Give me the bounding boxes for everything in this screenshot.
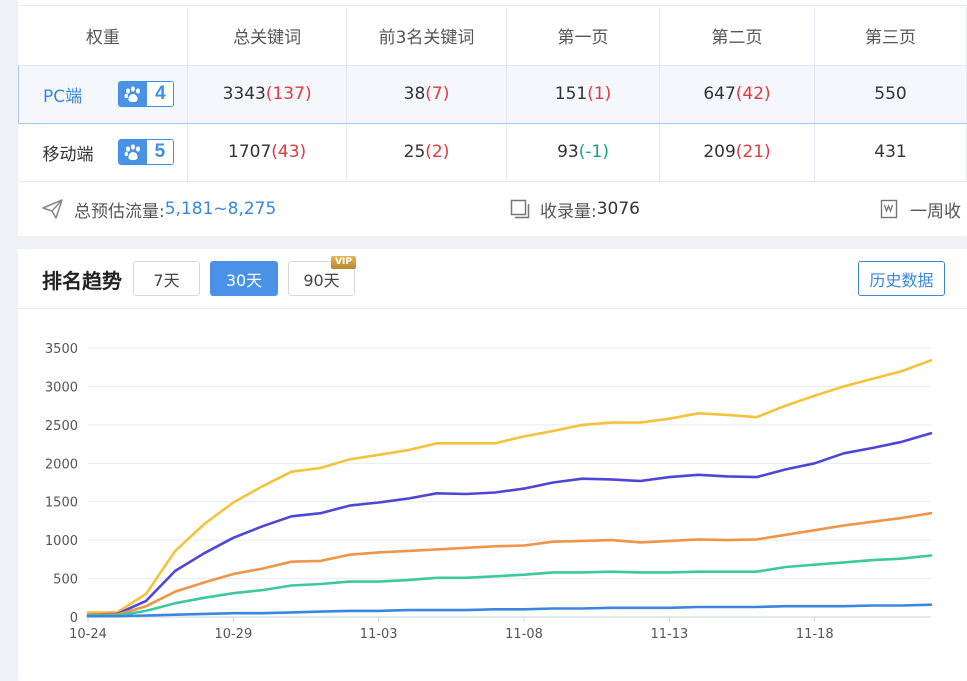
ranking-trend-card: 排名趋势 7天 30天 90天 VIP 历史数据 0 500 1000 1500 200… xyxy=(18,249,967,681)
cell-value: 151 xyxy=(554,84,588,104)
cell-value: 25 xyxy=(403,142,426,162)
range-30d-button[interactable]: 30天 xyxy=(210,261,278,296)
header-first-page: 第一页 xyxy=(506,7,661,66)
cell-delta: (137) xyxy=(265,84,312,104)
top-divider xyxy=(18,0,967,6)
stat-weekly: 一周收 xyxy=(880,182,961,236)
cell-total-keywords: 1707(43) xyxy=(187,123,347,182)
stats-bar: 总预估流量: 5,181~8,275 收录量: 3076 一周收 xyxy=(18,182,967,236)
cell-top3-keywords: 25(2) xyxy=(346,123,508,182)
cell-delta: (42) xyxy=(735,84,771,104)
series-line-5 xyxy=(86,603,933,618)
baidu-paw-icon xyxy=(118,140,147,164)
header-top3-keywords: 前3名关键词 xyxy=(346,7,508,66)
cell-third-page: 550 xyxy=(814,64,967,124)
table-row-mobile[interactable]: 移动端 5 1707(43) 25(2) 93(-1) 209(21) 431 xyxy=(18,123,967,182)
weight-value: 4 xyxy=(147,82,174,106)
x-tick-label: 10-29 xyxy=(214,627,252,642)
trend-header: 排名趋势 7天 30天 90天 VIP 历史数据 xyxy=(18,249,967,309)
table-header-row: 权重 总关键词 前3名关键词 第一页 第二页 第三页 xyxy=(18,7,967,66)
y-tick-label: 2500 xyxy=(45,419,78,434)
weight-value: 5 xyxy=(146,140,173,164)
cell-delta: (1) xyxy=(587,84,612,104)
series-line-2 xyxy=(86,432,933,616)
cell-value: 550 xyxy=(874,84,907,104)
cell-first-page: 151(1) xyxy=(506,64,661,124)
document-icon xyxy=(880,199,900,219)
pages-icon xyxy=(510,199,530,219)
cell-delta: (21) xyxy=(735,142,771,162)
indexed-value: 3076 xyxy=(596,199,640,219)
cell-value: 38 xyxy=(403,84,426,104)
x-tick-label: 11-18 xyxy=(796,627,834,642)
cell-value: 209 xyxy=(703,142,736,162)
y-tick-label: 3500 xyxy=(45,342,78,357)
y-tick-label: 1000 xyxy=(45,534,78,549)
cell-third-page: 431 xyxy=(814,123,967,182)
trend-title: 排名趋势 xyxy=(42,269,122,293)
keyword-summary-card: 权重 总关键词 前3名关键词 第一页 第二页 第三页 PC端 4 3343(13… xyxy=(18,0,967,236)
stat-traffic: 总预估流量: 5,181~8,275 xyxy=(42,182,276,236)
stat-indexed: 收录量: 3076 xyxy=(510,182,640,236)
cell-second-page: 647(42) xyxy=(659,64,815,124)
terminal-label-mobile[interactable]: 移动端 xyxy=(43,140,113,165)
series-line-3 xyxy=(86,511,933,616)
header-second-page: 第二页 xyxy=(659,7,815,66)
y-tick-label: 1500 xyxy=(45,496,78,511)
terminal-cell-pc: PC端 4 xyxy=(18,64,189,124)
cell-delta: (2) xyxy=(425,142,450,162)
range-90d-label: 90天 xyxy=(303,270,340,290)
cell-value: 431 xyxy=(874,142,907,162)
terminal-cell-mobile: 移动端 5 xyxy=(18,123,189,182)
cell-first-page: 93(-1) xyxy=(506,123,661,182)
x-tick-label: 11-03 xyxy=(360,627,398,642)
y-tick-label: 2000 xyxy=(45,457,78,472)
header-total-keywords: 总关键词 xyxy=(187,7,347,66)
cell-delta: (7) xyxy=(425,84,450,104)
traffic-value: 5,181~8,275 xyxy=(164,199,277,219)
terminal-label-pc[interactable]: PC端 xyxy=(43,82,113,107)
table-row-pc[interactable]: PC端 4 3343(137) 38(7) 151(1) 647(42) 550 xyxy=(18,64,967,124)
y-axis: 0 500 1000 1500 2000 2500 3000 3500 xyxy=(45,342,78,626)
header-third-page: 第三页 xyxy=(814,7,967,66)
x-axis: 10-24 10-29 11-03 11-08 11-13 11-18 xyxy=(69,617,834,642)
send-icon xyxy=(42,199,64,219)
y-tick-label: 500 xyxy=(53,573,78,588)
cell-value: 647 xyxy=(703,84,736,104)
x-tick-label: 10-24 xyxy=(69,627,107,642)
keyword-table: 权重 总关键词 前3名关键词 第一页 第二页 第三页 PC端 4 3343(13… xyxy=(18,7,967,182)
baidu-weight-badge: 4 xyxy=(118,81,175,107)
cell-delta: (-1) xyxy=(578,142,609,162)
y-tick-label: 3000 xyxy=(45,380,78,395)
cell-total-keywords: 3343(137) xyxy=(187,64,347,124)
x-tick-label: 11-08 xyxy=(505,627,543,642)
x-tick-label: 11-13 xyxy=(650,627,688,642)
cell-delta: (43) xyxy=(271,142,307,162)
baidu-weight-badge: 5 xyxy=(117,139,174,165)
history-data-button[interactable]: 历史数据 xyxy=(858,261,945,296)
cell-value: 1707 xyxy=(228,142,272,162)
range-7d-button[interactable]: 7天 xyxy=(133,261,200,296)
traffic-label: 总预估流量: xyxy=(74,201,165,222)
y-tick-label: 0 xyxy=(70,611,78,626)
trend-line-chart: 0500100015002000250030003500 10-24 10-29 1… xyxy=(45,342,933,642)
cell-second-page: 209(21) xyxy=(659,123,815,182)
cell-value: 93 xyxy=(557,142,579,162)
series-lines xyxy=(86,359,933,618)
header-weight: 权重 xyxy=(18,7,189,66)
cell-top3-keywords: 38(7) xyxy=(346,64,508,124)
vip-badge: VIP xyxy=(331,256,356,269)
indexed-label: 收录量: xyxy=(540,201,597,222)
weekly-label: 一周收 xyxy=(910,201,961,222)
baidu-paw-icon xyxy=(119,82,148,106)
range-90d-button[interactable]: 90天 VIP xyxy=(288,256,356,296)
cell-value: 3343 xyxy=(222,84,266,104)
